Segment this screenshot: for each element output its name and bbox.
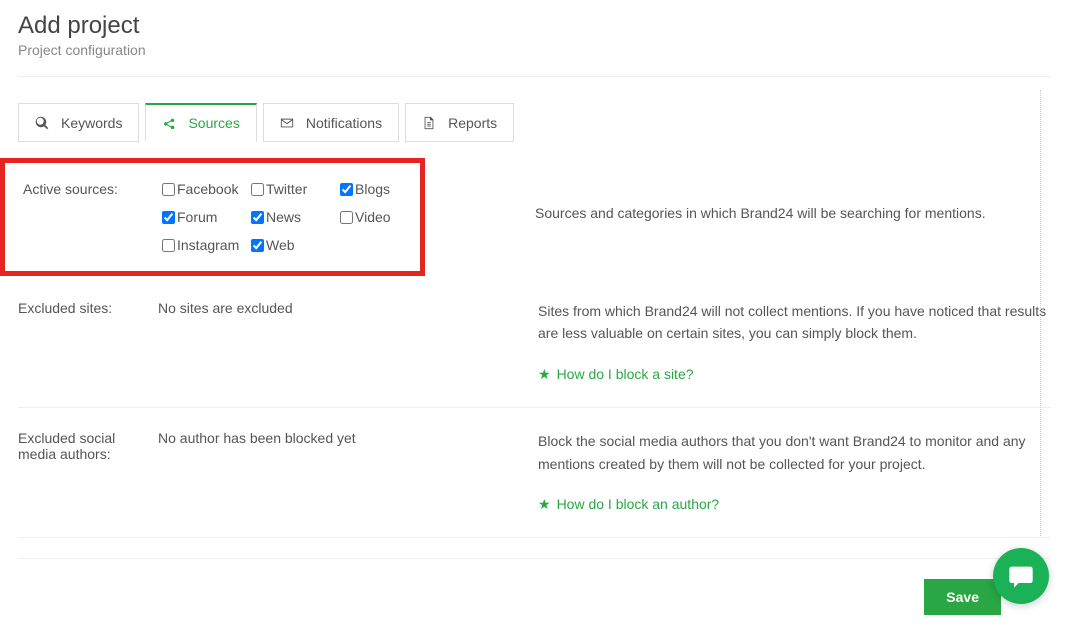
checkbox-news[interactable] [251,211,264,224]
search-icon [35,116,49,130]
checkbox-instagram[interactable] [162,239,175,252]
chat-icon [1007,562,1035,590]
source-forum[interactable]: Forum [162,209,247,225]
save-button[interactable]: Save [924,579,1001,615]
tab-label: Reports [448,115,497,131]
page-title: Add project [18,12,1051,40]
star-icon: ★ [538,363,551,385]
source-instagram[interactable]: Instagram [162,237,247,253]
share-icon [162,116,176,130]
source-video[interactable]: Video [340,209,420,225]
checkbox-facebook[interactable] [162,183,175,196]
excluded-sites-value: No sites are excluded [158,300,538,316]
checkbox-forum[interactable] [162,211,175,224]
vertical-divider [1040,90,1041,536]
active-sources-description: Sources and categories in which Brand24 … [535,202,1051,224]
source-blogs[interactable]: Blogs [340,181,420,197]
tab-sources[interactable]: Sources [145,103,256,142]
tabs: Keywords Sources Notifications Reports [18,103,1051,142]
chat-widget-button[interactable] [993,548,1049,604]
source-web[interactable]: Web [251,237,336,253]
checkbox-blogs[interactable] [340,183,353,196]
file-icon [422,116,436,130]
checkbox-video[interactable] [340,211,353,224]
excluded-sites-label: Excluded sites: [18,300,158,316]
help-block-site-link[interactable]: ★ How do I block a site? [538,363,694,385]
sources-grid: Facebook Twitter Blogs Forum News Video … [162,181,420,253]
excluded-authors-label: Excluded social media authors: [18,430,158,462]
excluded-authors-value: No author has been blocked yet [158,430,538,446]
page-subtitle: Project configuration [18,42,1051,58]
tab-reports[interactable]: Reports [405,103,514,142]
excluded-authors-description: Block the social media authors that you … [538,430,1051,475]
source-facebook[interactable]: Facebook [162,181,247,197]
checkbox-twitter[interactable] [251,183,264,196]
tab-notifications[interactable]: Notifications [263,103,399,142]
tab-label: Sources [188,115,239,131]
help-block-author-link[interactable]: ★ How do I block an author? [538,493,719,515]
active-sources-highlight: Active sources: Facebook Twitter Blogs F… [0,158,425,276]
tab-keywords[interactable]: Keywords [18,103,139,142]
tab-label: Keywords [61,115,122,131]
source-news[interactable]: News [251,209,336,225]
active-sources-label: Active sources: [23,181,162,197]
star-icon: ★ [538,493,551,515]
tab-label: Notifications [306,115,382,131]
excluded-sites-description: Sites from which Brand24 will not collec… [538,300,1051,345]
envelope-icon [280,116,294,130]
page-header: Add project Project configuration [18,12,1051,77]
source-twitter[interactable]: Twitter [251,181,336,197]
checkbox-web[interactable] [251,239,264,252]
